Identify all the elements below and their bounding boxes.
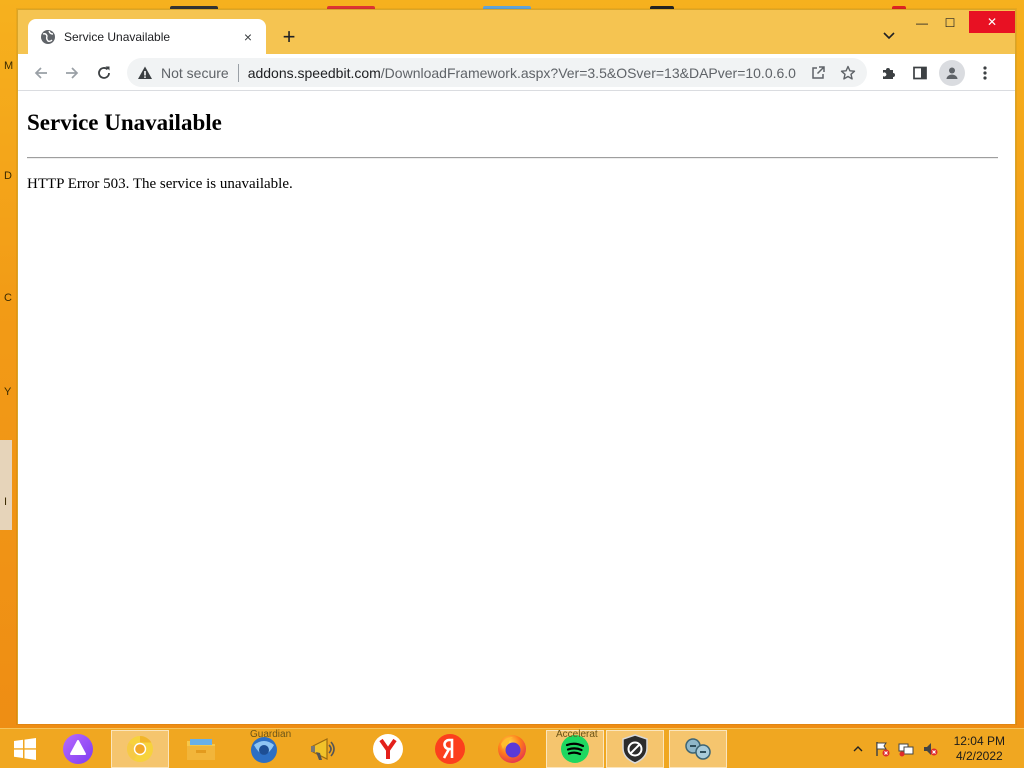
url-host: addons.speedbit.com xyxy=(247,64,381,81)
shield-app-icon[interactable] xyxy=(606,730,664,768)
desktop-edge-letter: I xyxy=(4,496,8,508)
file-explorer-icon[interactable] xyxy=(178,730,224,768)
title-bar: Service Unavailable × + — ☐ ✕ xyxy=(18,10,1015,54)
kebab-menu-icon[interactable] xyxy=(974,62,996,84)
maximize-button[interactable]: ☐ xyxy=(936,10,964,36)
desktop-edge-letter: D xyxy=(4,170,12,182)
system-clock[interactable]: 12:04 PM 4/2/2022 xyxy=(954,734,1005,764)
new-tab-button[interactable]: + xyxy=(276,24,302,50)
url-path: /DownloadFramework.aspx?Ver=3.5&OSver=13… xyxy=(380,64,796,81)
desktop-edge-letter: Y xyxy=(4,386,12,398)
error-message: HTTP Error 503. The service is unavailab… xyxy=(27,176,293,192)
volume-muted-icon[interactable] xyxy=(922,741,938,757)
tab-service-unavailable[interactable]: Service Unavailable × xyxy=(28,19,266,54)
yandex-browser-icon[interactable] xyxy=(365,730,411,768)
taskbar: Guardian Accelerat 12:04 PM 4/2/2022 xyxy=(0,728,1024,768)
windows-start-icon[interactable] xyxy=(2,730,48,768)
address-bar[interactable]: Not secure addons.speedbit.com/DownloadF… xyxy=(127,58,867,87)
page-content: Service Unavailable HTTP Error 503. The … xyxy=(18,92,1015,724)
desktop-edge-letter: C xyxy=(4,292,12,304)
minimize-button[interactable]: — xyxy=(908,10,936,36)
url-text[interactable]: addons.speedbit.com/DownloadFramework.as… xyxy=(248,65,807,81)
tab-search-chevron-icon[interactable] xyxy=(881,28,897,44)
security-status-label[interactable]: Not secure xyxy=(161,65,229,81)
warning-icon[interactable] xyxy=(137,65,153,81)
desktop-window-fragment xyxy=(0,440,12,530)
horizontal-rule xyxy=(27,157,998,159)
page-title: Service Unavailable xyxy=(27,110,222,135)
reload-icon[interactable] xyxy=(91,60,117,86)
network-status-icon[interactable] xyxy=(898,741,914,757)
megaphone-app-icon[interactable] xyxy=(301,730,347,768)
side-panel-icon[interactable] xyxy=(909,62,931,84)
browser-window: Service Unavailable × + — ☐ ✕ Not secure… xyxy=(17,9,1016,724)
alice-assistant-icon[interactable] xyxy=(55,730,101,768)
address-divider xyxy=(237,63,239,82)
guardian-caption: Guardian xyxy=(250,729,292,740)
browser-toolbar: Not secure addons.speedbit.com/DownloadF… xyxy=(18,54,1015,91)
tab-title: Service Unavailable xyxy=(64,29,171,44)
action-center-flag-icon[interactable] xyxy=(874,741,890,757)
tab-close-icon[interactable]: × xyxy=(238,27,258,47)
bookmark-star-icon[interactable] xyxy=(837,62,859,84)
show-hidden-icons-chevron-icon[interactable] xyxy=(850,741,866,757)
profile-avatar-icon[interactable] xyxy=(939,60,965,86)
globe-icon xyxy=(40,29,56,45)
network-tool-icon[interactable] xyxy=(669,730,727,768)
yandex-icon[interactable] xyxy=(427,730,473,768)
accelerate-caption: Accelerat xyxy=(556,729,598,740)
firefox-icon[interactable] xyxy=(489,730,535,768)
chrome-taskbar-icon[interactable] xyxy=(111,730,169,768)
forward-icon[interactable] xyxy=(59,60,85,86)
back-icon[interactable] xyxy=(28,60,54,86)
desktop-edge-letter: M xyxy=(4,60,14,72)
clock-time: 12:04 PM xyxy=(953,734,1005,748)
close-window-button[interactable]: ✕ xyxy=(969,11,1015,33)
extensions-puzzle-icon[interactable] xyxy=(877,62,899,84)
share-icon[interactable] xyxy=(807,62,829,84)
clock-date: 4/2/2022 xyxy=(955,749,1003,763)
